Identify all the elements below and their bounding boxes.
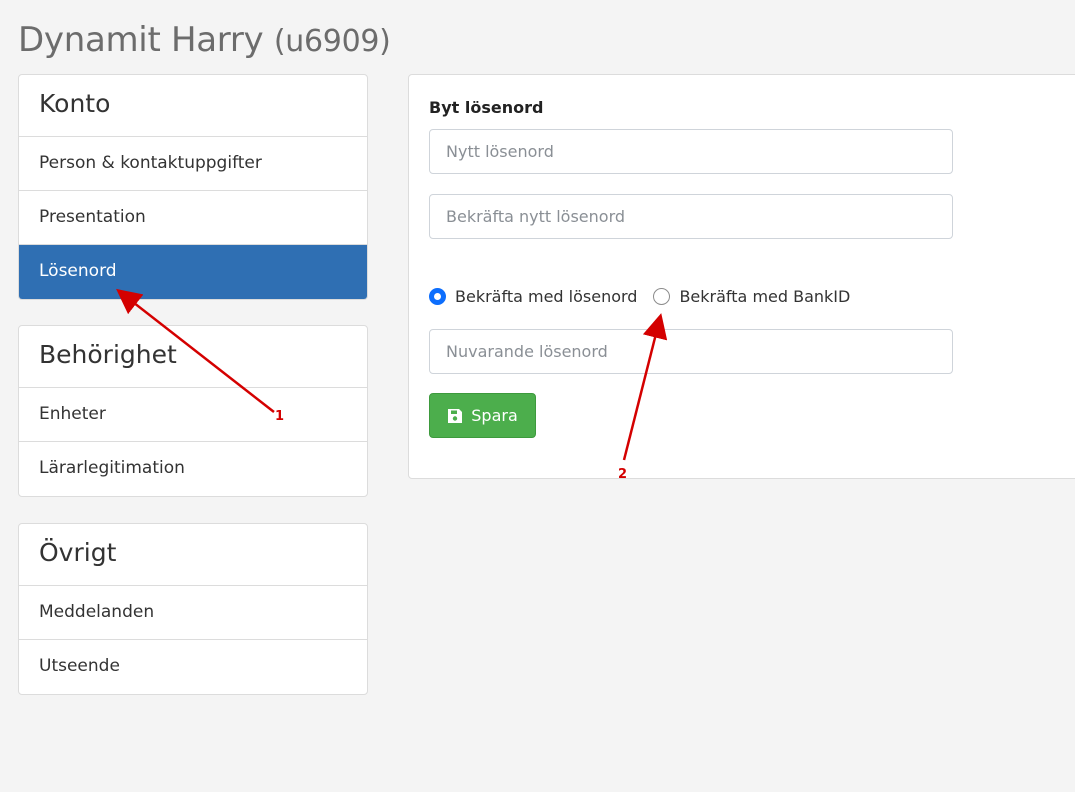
radio-password[interactable] xyxy=(429,287,446,305)
sidebar-item-password[interactable]: Lösenord xyxy=(19,245,367,299)
sidebar-item-teacher-license[interactable]: Lärarlegitimation xyxy=(19,442,367,496)
form-title: Byt lösenord xyxy=(429,98,544,117)
radio-password-label: Bekräfta med lösenord xyxy=(455,286,638,306)
sidebar-panel-ovrigt: Övrigt Meddelanden Utseende xyxy=(18,523,368,695)
sidebar-panel-konto: Konto Person & kontaktuppgifter Presenta… xyxy=(18,74,368,300)
panel-heading-ovrigt: Övrigt xyxy=(19,524,367,586)
radio-bankid[interactable] xyxy=(653,287,671,305)
radio-option-bankid[interactable]: Bekräfta med BankID xyxy=(653,287,850,306)
sidebar-item-messages[interactable]: Meddelanden xyxy=(19,586,367,640)
save-button-label: Spara xyxy=(471,406,518,425)
save-button[interactable]: Spara xyxy=(429,393,536,438)
user-id: (u6909) xyxy=(273,24,391,59)
current-password-input[interactable] xyxy=(429,329,953,374)
new-password-input[interactable] xyxy=(429,129,953,174)
confirm-password-input[interactable] xyxy=(429,194,953,239)
page-title: Dynamit Harry (u6909) xyxy=(18,18,391,64)
confirm-method-group: Bekräfta med lösenord Bekräfta med BankI… xyxy=(429,285,866,307)
sidebar-panel-behorighet: Behörighet Enheter Lärarlegitimation xyxy=(18,325,368,497)
radio-option-password[interactable]: Bekräfta med lösenord xyxy=(429,287,637,306)
sidebar-item-units[interactable]: Enheter xyxy=(19,388,367,442)
floppy-disk-icon xyxy=(448,408,463,423)
change-password-card: Byt lösenord Bekräfta med lösenord Bekrä… xyxy=(408,74,1075,479)
sidebar-item-presentation[interactable]: Presentation xyxy=(19,191,367,245)
radio-bankid-label: Bekräfta med BankID xyxy=(679,286,851,306)
panel-heading-behorighet: Behörighet xyxy=(19,326,367,388)
sidebar-item-person[interactable]: Person & kontaktuppgifter xyxy=(19,137,367,191)
sidebar-item-appearance[interactable]: Utseende xyxy=(19,640,367,694)
panel-heading-konto: Konto xyxy=(19,75,367,137)
user-name: Dynamit Harry xyxy=(18,20,264,60)
